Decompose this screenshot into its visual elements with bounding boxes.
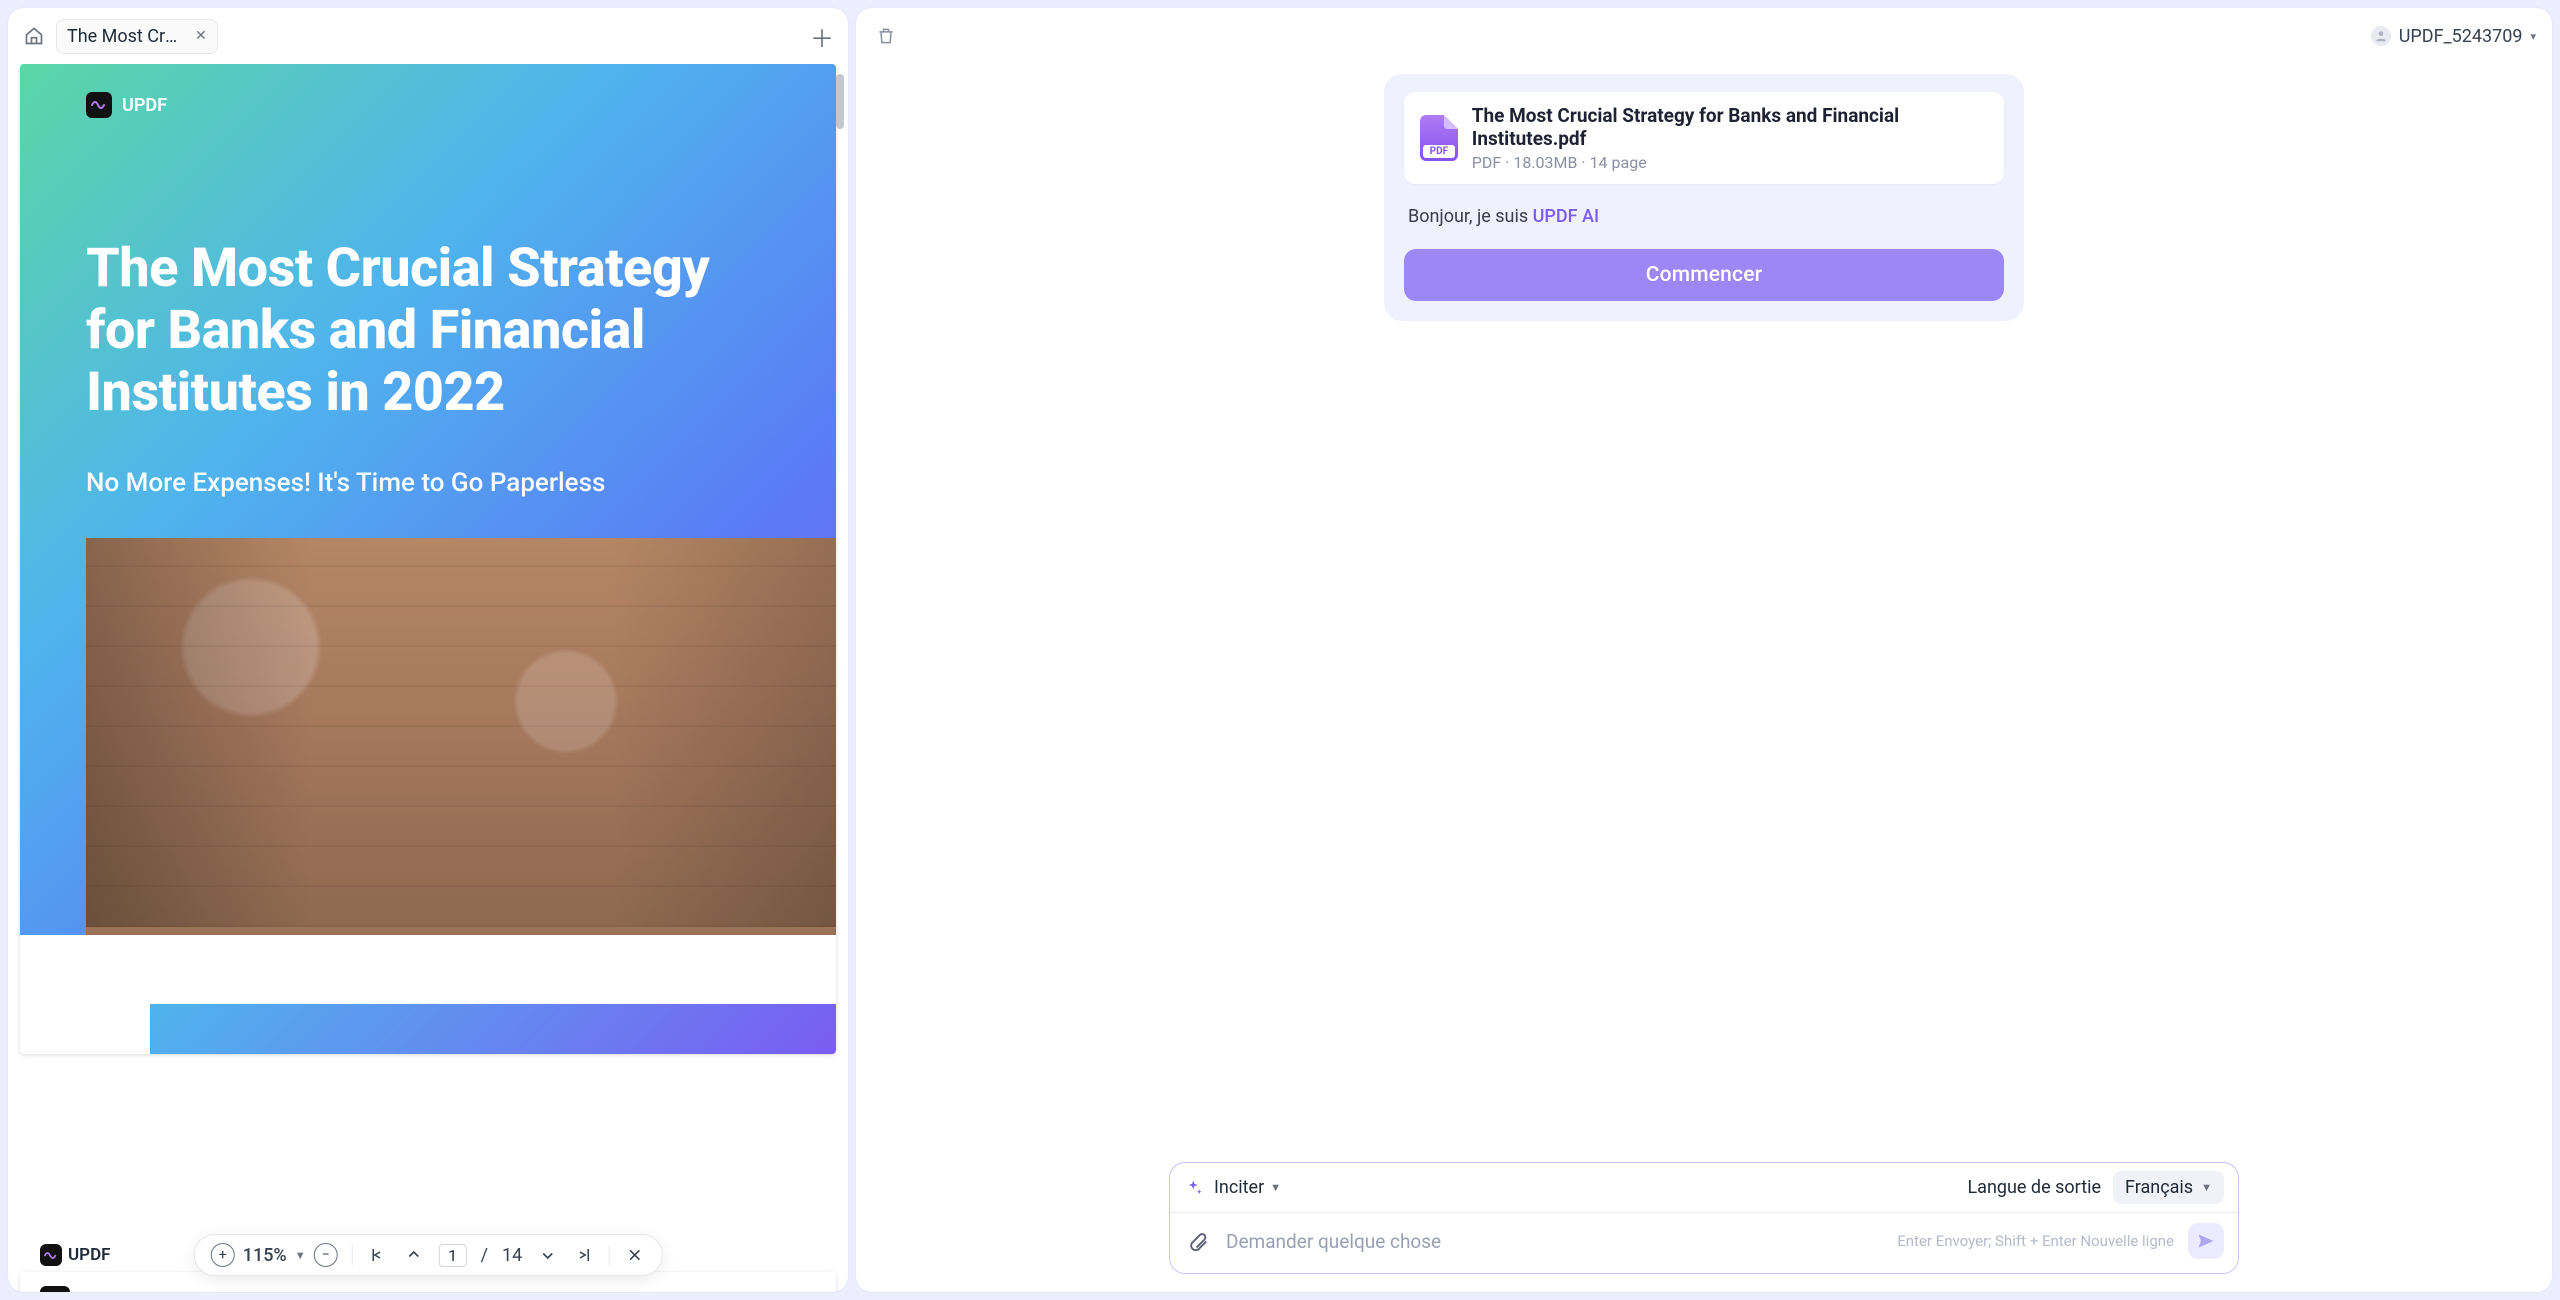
updf-ai-link[interactable]: UPDF AI	[1533, 206, 1599, 227]
username: UPDF_5243709	[2399, 26, 2523, 47]
input-hint: Enter Envoyer; Shift + Enter Nouvelle li…	[1897, 1232, 2174, 1250]
pdf-viewport[interactable]: UPDF The Most Crucial Strategy for Banks…	[8, 64, 848, 1292]
pdf-viewer-panel: The Most Cruci... ✕ ＋ UPDF The Most Cruc…	[8, 8, 848, 1292]
chevron-down-icon: ▾	[2530, 30, 2536, 43]
sparkle-icon	[1184, 1178, 1204, 1198]
attached-file-name: The Most Crucial Strategy for Banks and …	[1472, 104, 1988, 150]
pdf-subtitle: No More Expenses! It's Time to Go Paperl…	[86, 468, 770, 498]
chat-input[interactable]	[1226, 1230, 1883, 1253]
chevron-down-icon: ▼	[2201, 1181, 2212, 1194]
user-menu[interactable]: UPDF_5243709 ▾	[2371, 26, 2536, 47]
brand-logo-icon	[40, 1244, 62, 1266]
page-total: 14	[502, 1245, 522, 1266]
greeting-text: Bonjour, je suis UPDF AI	[1408, 206, 2000, 227]
document-tab[interactable]: The Most Cruci... ✕	[56, 19, 218, 54]
pdf-scrollbar[interactable]	[836, 74, 844, 129]
tab-bar: The Most Cruci... ✕ ＋	[8, 8, 848, 64]
last-page-button[interactable]	[572, 1244, 594, 1266]
clear-chat-button[interactable]	[872, 22, 900, 50]
page-number-input[interactable]	[439, 1244, 467, 1267]
cover-accent-block	[150, 1004, 836, 1054]
intro-card: The Most Crucial Strategy for Banks and …	[1384, 74, 2024, 321]
close-toolbar-button[interactable]	[623, 1244, 645, 1266]
close-tab-icon[interactable]: ✕	[195, 28, 207, 44]
pdf-title: The Most Crucial Strategy for Banks and …	[86, 238, 770, 424]
add-tab-button[interactable]: ＋	[808, 22, 836, 50]
pdf-cover: UPDF The Most Crucial Strategy for Banks…	[20, 64, 836, 935]
zoom-value[interactable]: 115%	[243, 1245, 287, 1266]
next-page-button[interactable]	[536, 1244, 558, 1266]
attached-file-meta: PDF · 18.03MB · 14 page	[1472, 153, 1988, 172]
updf-watermark: UPDF	[32, 1240, 119, 1270]
home-button[interactable]	[20, 22, 48, 50]
brand-logo-icon	[86, 92, 112, 118]
send-button[interactable]	[2188, 1223, 2224, 1259]
page-separator: /	[481, 1245, 488, 1266]
attached-file-card[interactable]: The Most Crucial Strategy for Banks and …	[1404, 92, 2004, 184]
chevron-down-icon: ▼	[1270, 1181, 1281, 1194]
pdf-page: UPDF The Most Crucial Strategy for Banks…	[20, 64, 836, 1054]
document-tab-title: The Most Cruci...	[67, 26, 187, 47]
prompt-mode-dropdown[interactable]: Inciter ▼	[1214, 1177, 1281, 1198]
output-language-label: Langue de sortie	[1967, 1177, 2101, 1198]
start-button[interactable]: Commencer	[1404, 249, 2004, 301]
zoom-out-button[interactable]: −	[314, 1243, 338, 1267]
brand-name: UPDF	[122, 95, 167, 116]
prev-page-button[interactable]	[403, 1244, 425, 1266]
chat-body: The Most Crucial Strategy for Banks and …	[856, 64, 2552, 1162]
attach-button[interactable]	[1184, 1227, 1212, 1255]
pdf-file-icon	[1420, 115, 1458, 161]
chat-header: UPDF_5243709 ▾	[856, 8, 2552, 64]
avatar-icon	[2371, 26, 2391, 46]
output-language-select[interactable]: Français ▼	[2113, 1171, 2224, 1204]
zoom-dropdown-icon[interactable]: ▼	[295, 1249, 306, 1262]
first-page-button[interactable]	[367, 1244, 389, 1266]
chat-composer: Inciter ▼ Langue de sortie Français ▼ En…	[1169, 1162, 2239, 1274]
ai-chat-panel: UPDF_5243709 ▾ The Most Crucial Strategy…	[856, 8, 2552, 1292]
pdf-toolbar: + 115% ▼ − / 14	[194, 1234, 663, 1276]
zoom-in-button[interactable]: +	[211, 1243, 235, 1267]
cover-photo	[86, 538, 836, 935]
